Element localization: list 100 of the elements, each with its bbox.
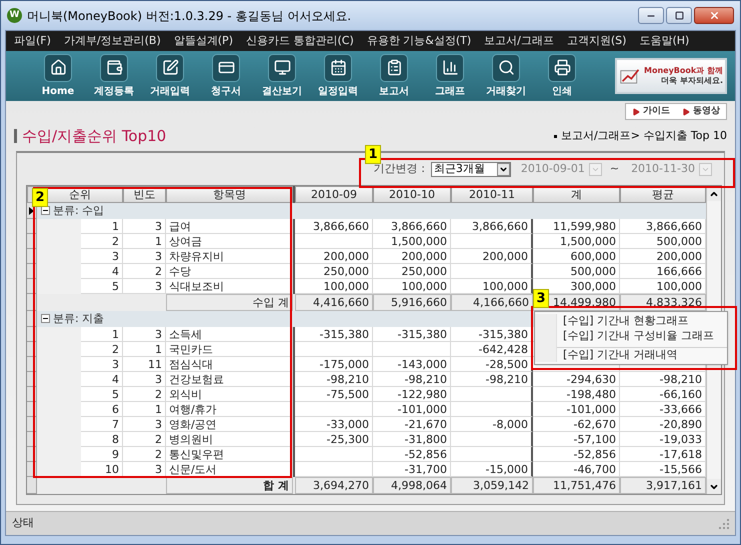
amount-cell: -33,000 [295,417,373,432]
frequency-cell: 3 [123,462,166,477]
frequency-cell: 3 [123,327,166,342]
window-title: 머니북(MoneyBook) 버전:1.0.3.29 - 홍길동님 어서오세요. [27,8,352,24]
amount-cell: -28,500 [451,357,533,372]
page-title: 수입/지출순위 Top10 [22,126,166,147]
item-name-cell: 점심식대 [166,357,293,372]
sum-cell: 4,998,064 [373,477,451,494]
amount-cell: -98,210 [620,372,706,387]
sum-cell: 3,917,161 [620,477,706,494]
item-name-cell: 영화/공연 [166,417,293,432]
amount-cell: -198,480 [533,387,620,402]
amount-cell: 1,500,000 [533,234,620,249]
sum-cell: 3,059,142 [451,477,533,494]
frequency-cell: 3 [123,279,166,294]
amount-cell: -20,890 [620,417,706,432]
amount-cell: -52,856 [533,447,620,462]
sum-cell: 4,416,660 [295,294,373,311]
amount-cell: -66,160 [620,387,706,402]
amount-cell: 250,000 [373,264,451,279]
frequency-cell: 3 [123,219,166,234]
rank-cell: 5 [81,279,123,294]
item-name-cell: 소득세 [166,327,293,342]
frequency-cell: 1 [123,234,166,249]
sum-cell: 4,833,326 [620,294,706,311]
amount-cell: -122,980 [373,387,451,402]
amount-cell: 200,000 [295,249,373,264]
amount-cell: 200,000 [620,249,706,264]
frequency-cell: 3 [123,417,166,432]
amount-cell: -21,670 [373,417,451,432]
frequency-cell: 11 [123,357,166,372]
item-name-cell: 차량유지비 [166,249,293,264]
rank-cell: 1 [81,219,123,234]
amount-cell: 3,866,660 [373,219,451,234]
amount-cell: 3,866,660 [620,219,706,234]
app-logo: W [7,8,22,23]
rank-cell: 7 [81,417,123,432]
amount-cell: -315,380 [373,327,451,342]
item-name-cell: 병의원비 [166,432,293,447]
amount-cell: -19,033 [620,432,706,447]
banner-text: 더욱 부자되세요. [660,76,723,86]
sum-label: 수입 계 [166,294,293,311]
sum-cell: 11,751,476 [533,477,620,494]
frequency-cell: 2 [123,387,166,402]
item-name-cell: 식대보조비 [166,279,293,294]
amount-cell: 166,666 [620,264,706,279]
rank-cell: 9 [81,447,123,462]
amount-cell: 600,000 [533,249,620,264]
amount-cell: -8,000 [451,417,533,432]
amount-cell: -175,000 [295,357,373,372]
rank-cell: 1 [81,327,123,342]
item-name-cell: 상여금 [166,234,293,249]
sum-cell: 4,166,660 [451,294,533,311]
amount-cell: 100,000 [373,279,451,294]
rank-cell: 4 [81,372,123,387]
amount-cell: -15,000 [451,462,533,477]
frequency-cell: 3 [123,372,166,387]
rank-cell: 10 [81,462,123,477]
frequency-cell: 3 [123,249,166,264]
amount-cell: -25,300 [295,432,373,447]
rank-cell: 8 [81,432,123,447]
frequency-cell: 2 [123,447,166,462]
banner-text: MoneyBook과 함께 [644,66,723,76]
amount-cell: 1,500,000 [373,234,451,249]
amount-cell: -33,666 [620,402,706,417]
amount-cell: 250,000 [295,264,373,279]
item-name-cell: 수당 [166,264,293,279]
amount-cell: -315,380 [451,327,533,342]
item-name-cell: 여행/휴가 [166,402,293,417]
amount-cell: -294,630 [533,372,620,387]
amount-cell: -143,000 [373,357,451,372]
item-name-cell: 신문/도서 [166,462,293,477]
sum-cell: 5,916,660 [373,294,451,311]
amount-cell: 3,866,660 [295,219,373,234]
amount-cell: 500,000 [533,264,620,279]
amount-cell: 500,000 [620,234,706,249]
item-name-cell: 건강보험료 [166,372,293,387]
amount-cell: 200,000 [451,249,533,264]
rank-cell: 5 [81,387,123,402]
amount-cell: -31,800 [373,432,451,447]
amount-cell: 200,000 [373,249,451,264]
frequency-cell: 2 [123,264,166,279]
status-text: 상태 [12,515,34,532]
amount-cell: -101,000 [533,402,620,417]
amount-cell: -57,100 [533,432,620,447]
amount-cell: -31,700 [373,462,451,477]
rank-cell: 3 [81,249,123,264]
amount-cell: 100,000 [620,279,706,294]
callout-number: 1 [365,145,381,164]
amount-cell: -46,700 [533,462,620,477]
amount-cell: 100,000 [451,279,533,294]
amount-cell: -52,856 [373,447,451,462]
frequency-cell: 2 [123,432,166,447]
amount-cell: -17,618 [620,447,706,462]
rank-cell: 4 [81,264,123,279]
item-name-cell: 국민카드 [166,342,293,357]
rank-cell: 3 [81,357,123,372]
amount-cell: -75,500 [295,387,373,402]
amount-cell: -315,380 [295,327,373,342]
amount-cell: -642,428 [451,342,533,357]
